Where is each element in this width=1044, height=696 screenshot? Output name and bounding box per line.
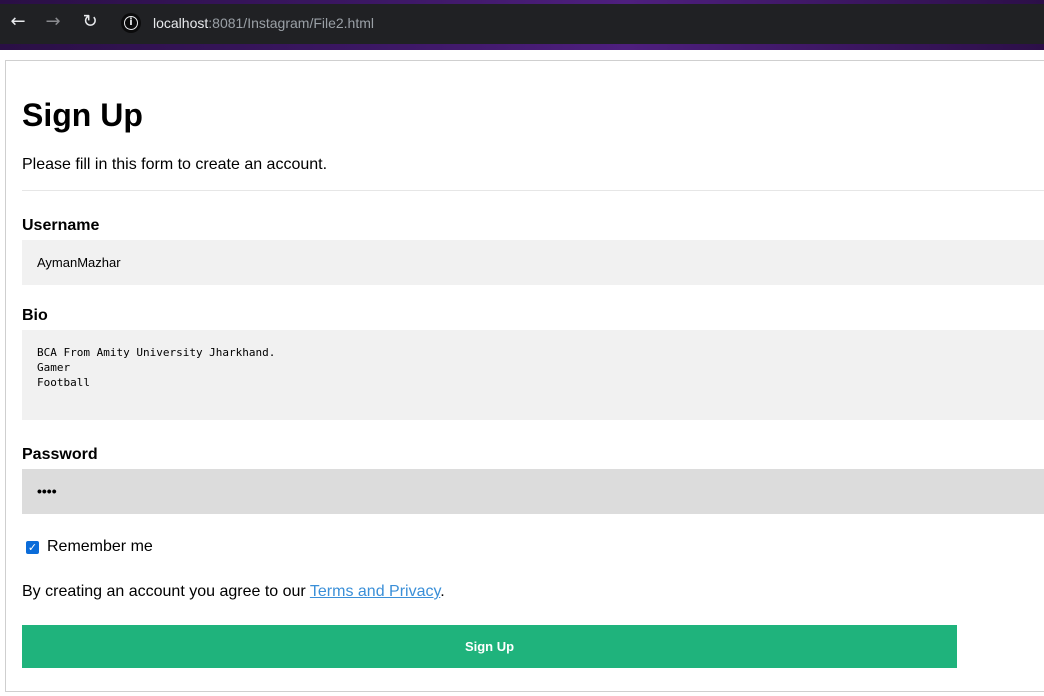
remember-me-row[interactable]: ✓ Remember me — [26, 537, 153, 557]
forward-arrow-icon[interactable]: → — [41, 10, 65, 34]
back-arrow-icon[interactable]: ← — [6, 10, 30, 34]
signup-button[interactable]: Sign Up — [22, 625, 957, 668]
info-glyph: i — [124, 16, 138, 30]
page-title: Sign Up — [22, 97, 143, 133]
username-label: Username — [22, 217, 100, 234]
page-frame: Sign Up Please fill in this form to crea… — [5, 60, 1044, 692]
terms-link[interactable]: Terms and Privacy — [310, 583, 440, 600]
password-input[interactable]: •••• — [22, 469, 1044, 514]
terms-suffix: . — [440, 583, 445, 600]
site-info-icon[interactable]: i — [121, 13, 141, 33]
url-path: :8081/Instagram/File2.html — [208, 15, 375, 31]
reload-icon[interactable]: ↻ — [78, 10, 102, 34]
bio-label: Bio — [22, 307, 48, 324]
divider — [22, 190, 1044, 191]
username-input[interactable]: AymanMazhar — [22, 240, 1044, 285]
bio-textarea[interactable]: BCA From Amity University Jharkhand. Gam… — [22, 330, 1044, 420]
url-host: localhost — [153, 15, 209, 31]
browser-toolbar: ← → ↻ i localhost:8081/Instagram/File2.h… — [0, 0, 1044, 50]
address-bar[interactable]: i localhost:8081/Instagram/File2.html — [113, 9, 1044, 37]
remember-me-checkbox[interactable]: ✓ — [26, 540, 39, 554]
password-label: Password — [22, 446, 98, 463]
remember-me-label[interactable]: Remember me — [47, 538, 153, 556]
url-text[interactable]: localhost:8081/Instagram/File2.html — [153, 15, 374, 31]
form-intro: Please fill in this form to create an ac… — [22, 156, 328, 173]
terms-prefix: By creating an account you agree to our — [22, 583, 310, 600]
terms-text: By creating an account you agree to our … — [22, 583, 445, 601]
